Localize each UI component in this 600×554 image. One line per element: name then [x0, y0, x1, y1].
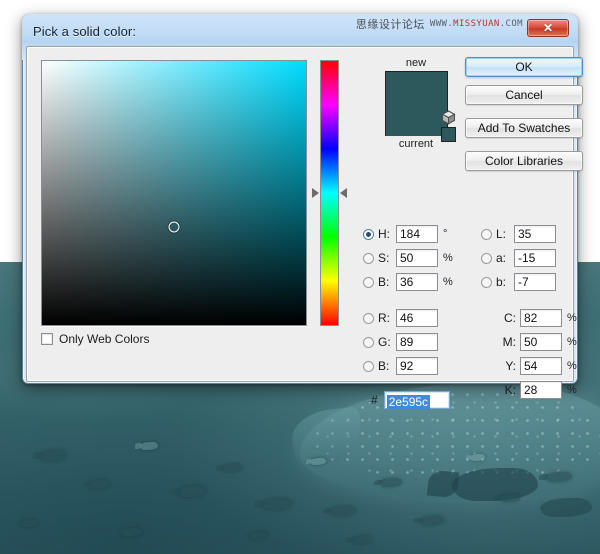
ok-button[interactable]: OK: [465, 57, 583, 77]
label-lab-b: b:: [496, 275, 507, 289]
lab-a-group: a:: [481, 249, 581, 267]
unit-cmyk-m: %: [567, 336, 577, 348]
out-of-gamut-group: [437, 110, 459, 142]
value-row: H: ° L:: [363, 222, 581, 246]
label-lab-l: L:: [496, 227, 507, 241]
unit-cmyk-y: %: [567, 360, 577, 372]
hue-thumb-left-icon[interactable]: [312, 188, 319, 198]
foreground-fish-2: [540, 498, 592, 517]
color-values-group: H: ° L: S: %: [363, 222, 581, 402]
rgb-g-group: G:: [363, 333, 481, 351]
input-lab-a[interactable]: [514, 249, 556, 267]
radio-lab-l[interactable]: [481, 228, 492, 240]
input-cmyk-y[interactable]: [520, 357, 562, 375]
value-row: B: Y: %: [363, 354, 581, 378]
dialog-client-area: Only Web Colors new current OK Cancel Ad…: [26, 46, 583, 409]
color-preview-group: new current: [376, 57, 456, 150]
input-hsb-s[interactable]: [396, 249, 438, 267]
hue-thumb-right-icon[interactable]: [340, 188, 347, 198]
label-rgb-g: G:: [378, 335, 391, 349]
field-value-layer: [42, 61, 306, 325]
checkbox-box-icon[interactable]: [41, 333, 53, 345]
input-rgb-b[interactable]: [396, 357, 438, 375]
label-hsb-b: B:: [378, 275, 390, 289]
dialog-titlebar: Pick a solid color: ✕: [26, 16, 574, 46]
value-row: R: C: %: [363, 306, 581, 330]
cube-icon[interactable]: [440, 110, 456, 125]
label-rgb-b: B:: [378, 359, 390, 373]
color-picker-dialog: 思缘设计论坛 WWW.MISSYUAN.COM Pick a solid col…: [22, 14, 583, 409]
label-cmyk-k: K:: [504, 383, 516, 397]
radio-lab-a[interactable]: [481, 252, 492, 264]
close-button[interactable]: ✕: [527, 19, 569, 37]
hsb-s-group: S: %: [363, 249, 481, 267]
cancel-button[interactable]: Cancel: [465, 85, 583, 105]
unit-cmyk-k: %: [567, 384, 577, 396]
label-hsb-s: S:: [378, 251, 390, 265]
input-hsb-h[interactable]: [396, 225, 438, 243]
value-row: B: % b:: [363, 270, 581, 294]
cmyk-m-group: M: %: [481, 333, 581, 351]
lab-l-group: L:: [481, 225, 581, 243]
only-web-colors-label: Only Web Colors: [59, 332, 150, 346]
label-hsb-h: H:: [378, 227, 390, 241]
label-cmyk-m: M:: [502, 335, 516, 349]
radio-hsb-s[interactable]: [363, 252, 374, 264]
close-icon: ✕: [542, 21, 554, 35]
unit-cmyk-c: %: [567, 312, 577, 324]
label-cmyk-c: C:: [504, 311, 516, 325]
cmyk-y-group: Y: %: [481, 357, 581, 375]
input-cmyk-m[interactable]: [520, 333, 562, 351]
new-color-label: new: [405, 57, 427, 69]
radio-rgb-r[interactable]: [363, 312, 374, 324]
unit-hsb-s: %: [443, 252, 453, 264]
value-row: S: % a:: [363, 246, 581, 270]
label-lab-a: a:: [496, 251, 507, 265]
dialog-button-group: OK Cancel Add To Swatches Color Librarie…: [465, 57, 587, 179]
saturation-value-field[interactable]: [41, 60, 307, 326]
value-row: G: M: %: [363, 330, 581, 354]
only-web-colors-checkbox[interactable]: Only Web Colors: [41, 332, 149, 346]
unit-hsb-h: °: [443, 228, 448, 240]
label-rgb-r: R:: [378, 311, 390, 325]
input-cmyk-k[interactable]: [520, 381, 562, 399]
radio-hsb-h[interactable]: [363, 228, 374, 240]
hue-gradient: [321, 61, 338, 325]
hex-input[interactable]: 2e595c: [383, 391, 450, 409]
input-lab-l[interactable]: [514, 225, 556, 243]
out-of-gamut-swatch[interactable]: [440, 127, 456, 142]
input-lab-b[interactable]: [514, 273, 556, 291]
cmyk-k-group: K: %: [481, 381, 581, 399]
rgb-r-group: R:: [363, 309, 481, 327]
input-cmyk-c[interactable]: [520, 309, 562, 327]
page-title: Pick a solid color:: [33, 23, 137, 39]
hsb-b-group: B: %: [363, 273, 481, 291]
radio-hsb-b[interactable]: [363, 276, 374, 288]
radio-rgb-g[interactable]: [363, 336, 374, 348]
hex-prefix-label: #: [371, 393, 378, 407]
input-rgb-r[interactable]: [396, 309, 438, 327]
hex-field-group: # 2e595c: [363, 391, 450, 409]
input-hsb-b[interactable]: [396, 273, 438, 291]
radio-rgb-b[interactable]: [363, 360, 374, 372]
input-rgb-g[interactable]: [396, 333, 438, 351]
color-libraries-button[interactable]: Color Libraries: [465, 151, 583, 171]
rgb-b-group: B:: [363, 357, 481, 375]
hex-value: 2e595c: [386, 395, 431, 409]
cmyk-c-group: C: %: [481, 309, 581, 327]
unit-hsb-b: %: [443, 276, 453, 288]
label-cmyk-y: Y:: [505, 359, 516, 373]
radio-lab-b[interactable]: [481, 276, 492, 288]
add-to-swatches-button[interactable]: Add To Swatches: [465, 118, 583, 138]
hue-slider[interactable]: [312, 60, 347, 326]
lab-b-group: b:: [481, 273, 581, 291]
hsb-h-group: H: °: [363, 225, 481, 243]
